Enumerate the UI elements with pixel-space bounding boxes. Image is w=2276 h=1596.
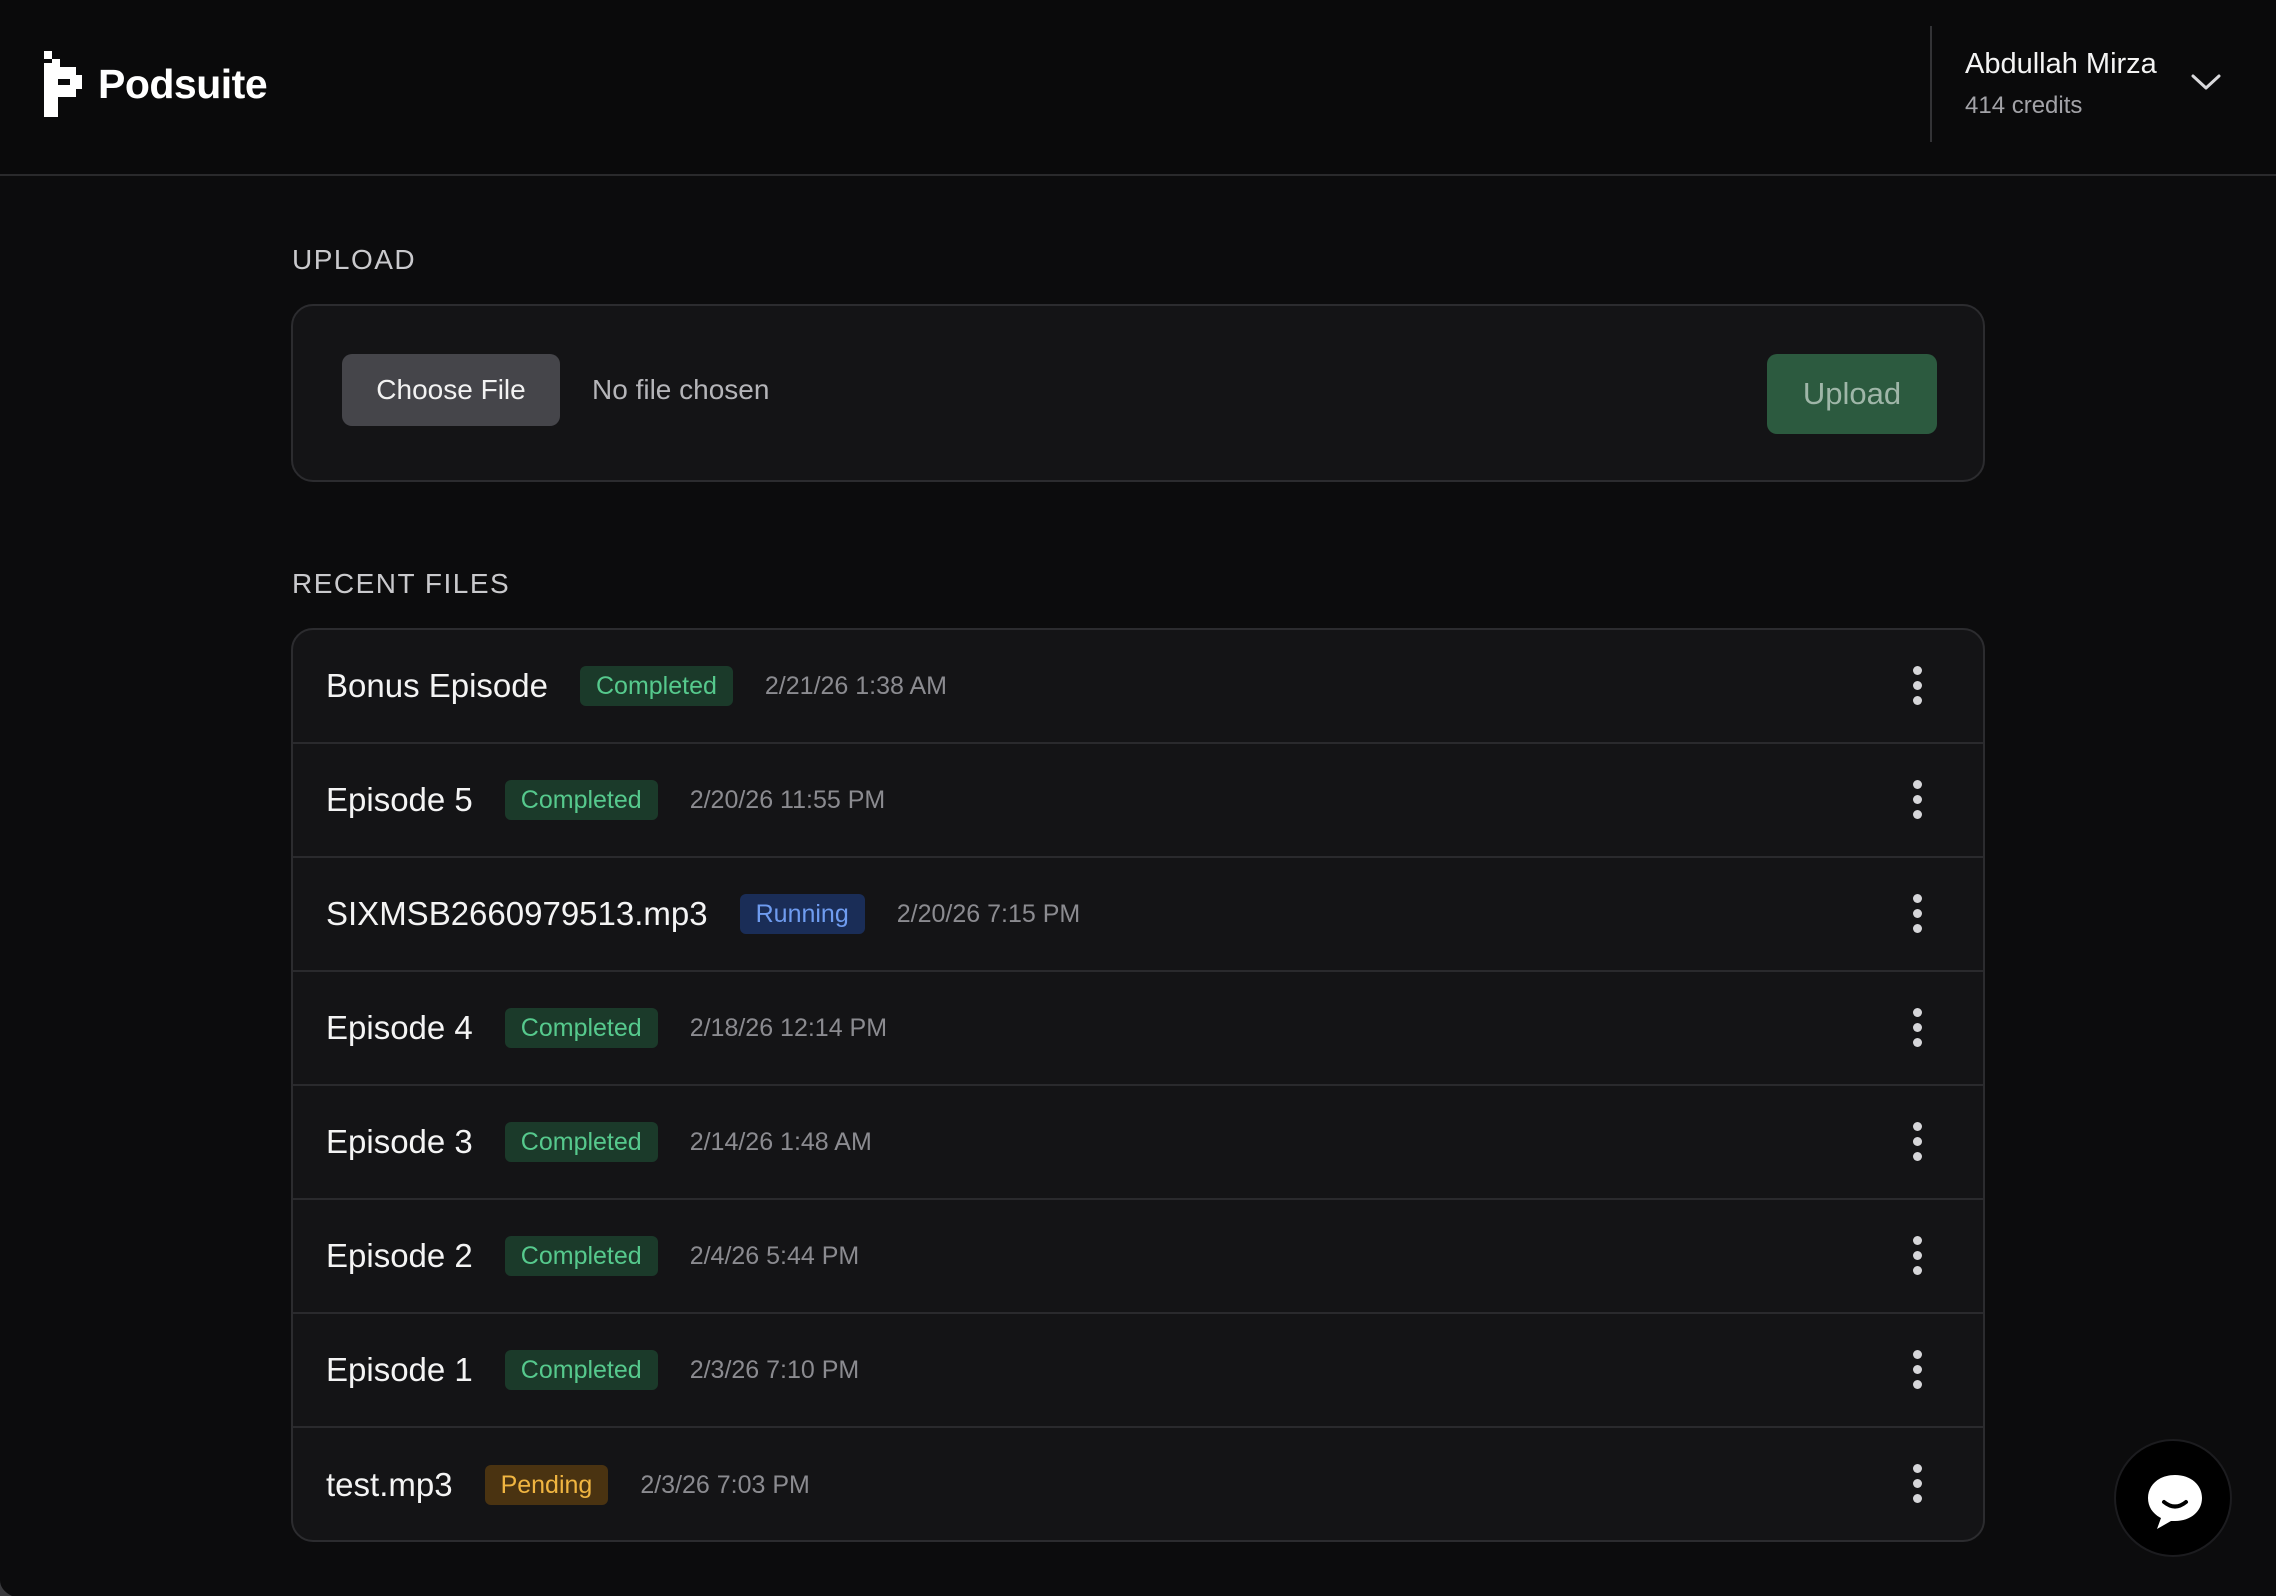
menu-dot	[1912, 1152, 1922, 1161]
file-timestamp: 2/21/26 1:38 AM	[764, 671, 947, 700]
menu-dot	[1912, 1350, 1922, 1359]
more-vertical-icon[interactable]	[1912, 1236, 1922, 1278]
file-name: Episode 1	[326, 1351, 473, 1388]
top-bar: Podsuite Abdullah Mirza 414 credits	[0, 0, 2276, 176]
file-timestamp: 2/4/26 5:44 PM	[689, 1241, 860, 1270]
menu-dot	[1912, 1464, 1922, 1473]
chevron-down-icon[interactable]	[2190, 72, 2222, 92]
more-vertical-icon[interactable]	[1912, 1464, 1922, 1506]
podsuite-logo-icon	[44, 51, 82, 117]
upload-section-label: UPLOAD	[292, 244, 417, 275]
file-name: Bonus Episode	[326, 667, 548, 704]
menu-dot	[1912, 1365, 1922, 1374]
file-row[interactable]: Bonus Episode Completed 2/21/26 1:38 AM	[293, 630, 1983, 744]
file-timestamp: 2/14/26 1:48 AM	[689, 1127, 872, 1156]
more-vertical-icon[interactable]	[1912, 666, 1922, 708]
credits-count: 414 credits	[1965, 92, 2083, 119]
menu-dot	[1912, 666, 1922, 675]
user-menu[interactable]: Abdullah Mirza 414 credits	[1965, 48, 2235, 128]
file-timestamp: 2/20/26 11:55 PM	[689, 785, 886, 814]
file-timestamp: 2/3/26 7:10 PM	[689, 1355, 860, 1384]
window-corner	[0, 1580, 12, 1596]
status-badge: Completed	[504, 1008, 658, 1048]
menu-dot	[1912, 1008, 1922, 1017]
menu-dot	[1912, 1494, 1922, 1503]
file-name: Episode 5	[326, 781, 473, 818]
menu-dot	[1912, 780, 1922, 789]
upload-button[interactable]: Upload	[1767, 354, 1937, 434]
more-vertical-icon[interactable]	[1912, 1122, 1922, 1164]
more-vertical-icon[interactable]	[1912, 780, 1922, 822]
menu-dot	[1912, 1023, 1922, 1032]
menu-dot	[1912, 1137, 1922, 1146]
page: Podsuite Abdullah Mirza 414 credits UPLO…	[0, 0, 2276, 1596]
recent-files-list: Bonus Episode Completed 2/21/26 1:38 AM Epi…	[291, 628, 1985, 1542]
file-row[interactable]: SIXMSB2660979513.mp3 Running 2/20/26 7:15 …	[293, 858, 1983, 972]
upload-card: Choose File No file chosen Upload	[291, 304, 1985, 482]
recent-files-section-label: RECENT FILES	[292, 568, 511, 599]
menu-dot	[1912, 909, 1922, 918]
menu-dot	[1912, 1251, 1922, 1260]
menu-dot	[1912, 696, 1922, 705]
menu-dot	[1912, 1236, 1922, 1245]
status-badge: Completed	[504, 1122, 658, 1162]
file-timestamp: 2/20/26 7:15 PM	[896, 899, 1081, 928]
more-vertical-icon[interactable]	[1912, 1008, 1922, 1050]
status-badge: Running	[739, 894, 865, 934]
menu-dot	[1912, 1479, 1922, 1488]
status-badge: Completed	[504, 1236, 658, 1276]
file-name: test.mp3	[326, 1466, 453, 1503]
file-row[interactable]: Episode 3 Completed 2/14/26 1:48 AM	[293, 1086, 1983, 1200]
file-row[interactable]: Episode 2 Completed 2/4/26 5:44 PM	[293, 1200, 1983, 1314]
menu-dot	[1912, 1266, 1922, 1275]
brand-name: Podsuite	[98, 60, 268, 107]
brand[interactable]: Podsuite	[44, 50, 268, 118]
more-vertical-icon[interactable]	[1912, 894, 1922, 936]
file-name: SIXMSB2660979513.mp3	[326, 895, 708, 932]
status-badge: Completed	[504, 780, 658, 820]
file-row[interactable]: test.mp3 Pending 2/3/26 7:03 PM	[293, 1428, 1983, 1540]
chat-bubble-icon	[2148, 1475, 2202, 1529]
file-timestamp: 2/3/26 7:03 PM	[640, 1470, 810, 1499]
choose-file-button[interactable]: Choose File	[342, 354, 560, 426]
file-status-text: No file chosen	[592, 374, 770, 405]
menu-dot	[1912, 924, 1922, 933]
status-badge: Completed	[580, 666, 733, 706]
file-row[interactable]: Episode 5 Completed 2/20/26 11:55 PM	[293, 744, 1983, 858]
status-badge: Pending	[484, 1465, 609, 1505]
file-name: Episode 2	[326, 1237, 473, 1274]
menu-dot	[1912, 810, 1922, 819]
menu-dot	[1912, 795, 1922, 804]
file-row[interactable]: Episode 1 Completed 2/3/26 7:10 PM	[293, 1314, 1983, 1428]
header-divider	[1930, 26, 1932, 142]
user-name: Abdullah Mirza	[1965, 48, 2157, 80]
status-badge: Completed	[504, 1350, 658, 1390]
menu-dot	[1912, 1380, 1922, 1389]
file-name: Episode 4	[326, 1009, 473, 1046]
menu-dot	[1912, 894, 1922, 903]
more-vertical-icon[interactable]	[1912, 1350, 1922, 1392]
menu-dot	[1912, 1038, 1922, 1047]
file-timestamp: 2/18/26 12:14 PM	[689, 1013, 888, 1042]
menu-dot	[1912, 681, 1922, 690]
menu-dot	[1912, 1122, 1922, 1131]
file-name: Episode 3	[326, 1123, 473, 1160]
chat-launcher-button[interactable]	[2114, 1439, 2232, 1557]
file-row[interactable]: Episode 4 Completed 2/18/26 12:14 PM	[293, 972, 1983, 1086]
